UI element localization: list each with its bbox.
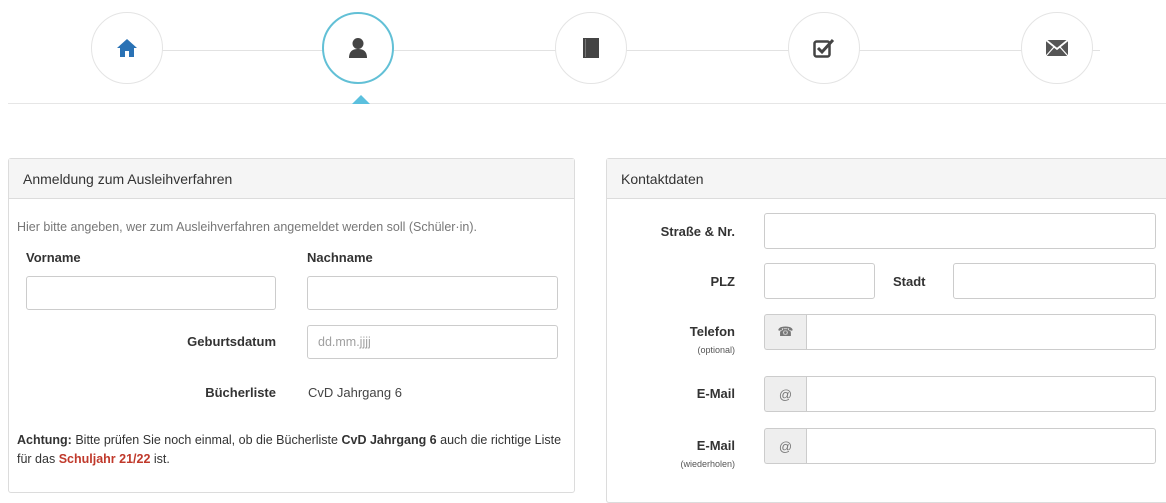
wizard-baseline xyxy=(8,103,1166,104)
phone-optional-hint: (optional) xyxy=(697,345,735,355)
step-contact[interactable] xyxy=(1021,12,1093,84)
at-sign-icon: @ xyxy=(764,376,806,412)
phone-label: Telefon xyxy=(689,324,735,339)
email-input[interactable] xyxy=(806,376,1156,412)
booklist-warning: Achtung: Bitte prüfen Sie noch einmal, o… xyxy=(17,431,562,469)
at-sign-icon-repeat: @ xyxy=(764,428,806,464)
city-input[interactable] xyxy=(953,263,1156,299)
telephone-icon: ☎ xyxy=(764,314,806,350)
firstname-input[interactable] xyxy=(26,276,276,310)
email-label: E-Mail xyxy=(696,386,735,401)
wizard-steps xyxy=(0,0,1166,140)
street-input[interactable] xyxy=(764,213,1156,249)
step-student[interactable] xyxy=(322,12,394,84)
book-icon xyxy=(583,38,599,58)
envelope-icon xyxy=(1045,39,1069,57)
step-check[interactable] xyxy=(788,12,860,84)
booklist-label: Bücherliste xyxy=(205,385,276,400)
booklist-value: CvD Jahrgang 6 xyxy=(308,385,402,400)
warning-school-year: Schuljahr 21/22 xyxy=(58,452,151,466)
zip-label: PLZ xyxy=(710,274,735,289)
birthdate-input[interactable] xyxy=(307,325,558,359)
email-repeat-hint: (wiederholen) xyxy=(680,459,735,469)
lastname-label: Nachname xyxy=(307,250,373,265)
email-repeat-label: E-Mail xyxy=(696,438,735,453)
contact-panel-title: Kontaktdaten xyxy=(607,159,1166,199)
warning-text-1: Bitte prüfen Sie noch einmal, ob die Büc… xyxy=(71,433,342,447)
step-books[interactable] xyxy=(555,12,627,84)
home-icon xyxy=(117,39,137,57)
registration-hint: Hier bitte angeben, wer zum Ausleihverfa… xyxy=(17,220,477,234)
zip-input[interactable] xyxy=(764,263,875,299)
warning-text-3: ist. xyxy=(150,452,170,466)
firstname-label: Vorname xyxy=(26,250,81,265)
warning-prefix: Achtung: xyxy=(17,433,72,447)
check-icon xyxy=(813,38,835,58)
warning-booklist: CvD Jahrgang 6 xyxy=(341,433,437,447)
phone-input[interactable] xyxy=(806,314,1156,350)
city-label: Stadt xyxy=(893,274,926,289)
user-icon xyxy=(349,38,367,58)
email-repeat-input[interactable] xyxy=(806,428,1156,464)
lastname-input[interactable] xyxy=(307,276,558,310)
active-step-pointer xyxy=(352,95,370,104)
step-home[interactable] xyxy=(91,12,163,84)
registration-panel-title: Anmeldung zum Ausleihverfahren xyxy=(9,159,574,199)
phone-label-group: Telefon (optional) xyxy=(610,324,735,355)
email-repeat-label-group: E-Mail (wiederholen) xyxy=(610,438,735,469)
street-label: Straße & Nr. xyxy=(660,224,735,239)
birthdate-label: Geburtsdatum xyxy=(187,334,276,349)
